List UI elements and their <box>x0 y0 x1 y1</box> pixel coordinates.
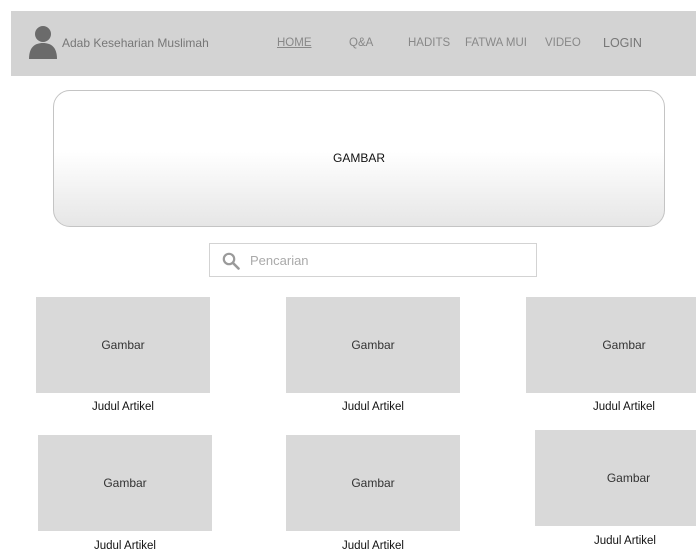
user-avatar-icon <box>29 26 57 59</box>
search-box[interactable] <box>209 243 537 277</box>
article-card[interactable]: Gambar Judul Artikel <box>286 435 460 552</box>
article-image-label: Gambar <box>606 471 651 485</box>
hero-label: GAMBAR <box>332 151 385 165</box>
article-image[interactable]: Gambar <box>526 297 696 393</box>
nav-login[interactable]: LOGIN <box>603 36 642 50</box>
article-card[interactable]: Gambar Judul Artikel <box>36 297 210 417</box>
article-title[interactable]: Judul Artikel <box>36 401 210 413</box>
article-image-label: Gambar <box>351 338 395 352</box>
nav-video[interactable]: VIDEO <box>545 37 581 49</box>
article-card[interactable]: Gambar Judul Artikel <box>535 430 696 551</box>
nav-home[interactable]: HOME <box>277 37 312 49</box>
article-image[interactable]: Gambar <box>36 297 210 393</box>
article-title[interactable]: Judul Artikel <box>286 540 460 552</box>
article-title[interactable]: Judul Artikel <box>38 540 212 552</box>
article-card[interactable]: Gambar Judul Artikel <box>286 297 460 417</box>
site-brand[interactable]: Adab Keseharian Muslimah <box>62 36 209 50</box>
article-image-label: Gambar <box>103 476 147 490</box>
top-navbar: Adab Keseharian Muslimah HOME Q&A HADITS… <box>11 11 696 76</box>
article-image-label: Gambar <box>351 476 395 490</box>
article-image[interactable]: Gambar <box>38 435 212 531</box>
article-card[interactable]: Gambar Judul Artikel <box>38 435 212 552</box>
article-title[interactable]: Judul Artikel <box>535 535 696 547</box>
nav-qa[interactable]: Q&A <box>349 37 373 49</box>
article-title[interactable]: Judul Artikel <box>526 401 696 413</box>
article-image[interactable]: Gambar <box>535 430 696 526</box>
article-image[interactable]: Gambar <box>286 297 460 393</box>
article-image-label: Gambar <box>101 338 145 352</box>
search-input[interactable] <box>250 244 530 276</box>
article-card[interactable]: Gambar Judul Artikel <box>526 297 696 417</box>
search-icon <box>222 252 240 270</box>
article-image[interactable]: Gambar <box>286 435 460 531</box>
hero-banner: GAMBAR <box>53 90 665 227</box>
nav-fatwa-mui[interactable]: FATWA MUI <box>465 37 541 49</box>
article-image-label: Gambar <box>602 338 646 352</box>
article-title[interactable]: Judul Artikel <box>286 401 460 413</box>
nav-hadits[interactable]: HADITS <box>408 37 450 49</box>
